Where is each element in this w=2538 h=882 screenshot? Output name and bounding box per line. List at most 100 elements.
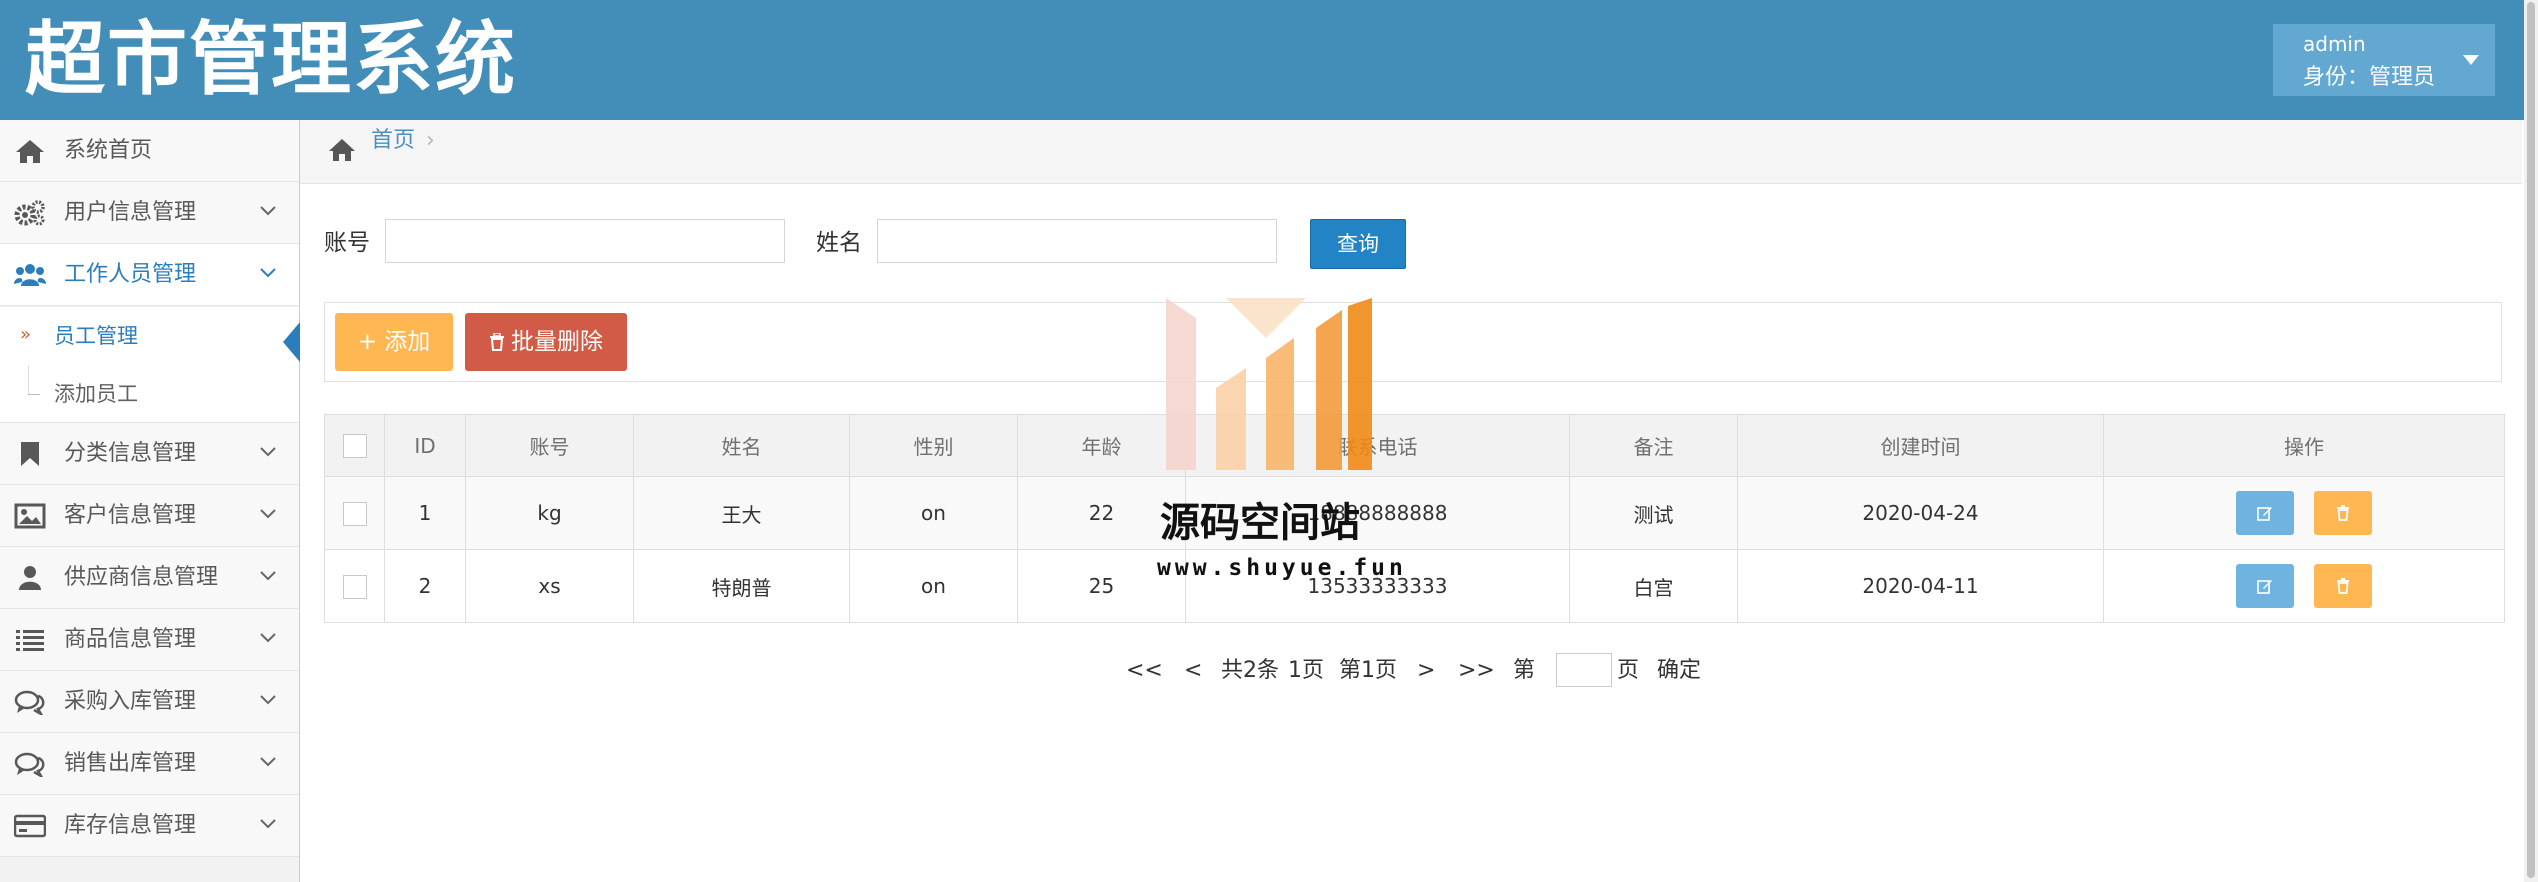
user-name: admin [2303,32,2366,56]
app-title: 超市管理系统 [25,13,517,106]
account-input[interactable] [385,219,785,263]
row-checkbox[interactable] [342,574,367,599]
batch-delete-button[interactable]: 批量删除 [465,313,627,371]
user-menu-button[interactable]: admin 身份：管理员 [2273,24,2495,96]
sidebar-item-user-info[interactable]: 用户信息管理 [0,182,299,244]
cell-gender: on [849,476,1018,550]
cogs-icon [14,200,45,226]
bookmark-icon [21,442,39,466]
sidebar-item-label: 商品信息管理 [64,627,197,652]
sidebar-item-inventory[interactable]: 库存信息管理 [0,795,299,857]
sidebar-item-staff[interactable]: 工作人员管理 [0,244,299,306]
table-row: 2 xs 特朗普 on 25 13533333333 白宫 2020-04-11 [324,549,2505,623]
goto-prefix: 第 [1513,658,1536,683]
watermark-logo [1166,298,1372,470]
sidebar-item-supplier[interactable]: 供应商信息管理 [0,547,299,609]
cell-name: 王大 [633,476,850,550]
cell-actions [2103,476,2505,550]
select-all-checkbox[interactable] [342,434,367,459]
chevron-down-icon [260,757,276,767]
goto-suffix: 页 [1617,658,1640,683]
goto-page-input[interactable] [1556,653,1612,687]
cell-id: 1 [384,476,466,550]
cell-name: 特朗普 [633,549,850,623]
table-header-row: ID 账号 姓名 性别 年龄 联系电话 备注 创建时间 操作 [324,414,2505,477]
comments-icon [14,752,45,777]
breadcrumb: 首页 › [300,120,2522,184]
sidebar-item-product[interactable]: 商品信息管理 [0,609,299,671]
sidebar-item-category[interactable]: 分类信息管理 [0,423,299,485]
prev-page-link[interactable]: < [1184,651,1202,691]
chevron-down-icon [260,206,276,216]
top-header: 超市管理系统 admin 身份：管理员 [0,0,2538,120]
edit-button[interactable] [2235,564,2294,608]
column-header: ID [384,414,466,477]
sidebar-item-label: 工作人员管理 [64,262,197,287]
delete-button[interactable] [2314,564,2373,608]
sidebar-item-customer[interactable]: 客户信息管理 [0,485,299,547]
column-header: 姓名 [633,414,850,477]
breadcrumb-separator: › [426,128,435,153]
sidebar: 系统首页 用户信息管理 工作人员管理 » 员工管理 添加员工 分类信息管理 客户… [0,120,300,882]
sidebar-item-sales[interactable]: 销售出库管理 [0,733,299,795]
chevron-down-icon [260,268,276,278]
row-checkbox[interactable] [342,501,367,526]
home-icon [16,140,44,163]
comments-icon [14,690,45,715]
edit-button[interactable] [2235,491,2294,535]
next-page-link[interactable]: > [1417,651,1435,691]
breadcrumb-home-link[interactable]: 首页 [371,120,415,162]
chevron-down-icon [260,633,276,643]
first-page-link[interactable]: << [1126,651,1163,691]
sidebar-item-label: 供应商信息管理 [64,565,219,590]
query-button[interactable]: 查询 [1310,219,1406,269]
trash-icon [2337,578,2350,594]
page-count: 1页 [1288,658,1324,683]
add-button[interactable]: + 添加 [335,313,453,371]
cell-gender: on [849,549,1018,623]
chevron-down-icon [260,695,276,705]
batch-delete-label: 批量删除 [511,329,603,355]
sidebar-item-label: 销售出库管理 [64,751,197,776]
column-header: 创建时间 [1737,414,2104,477]
active-marker-icon: » [20,324,32,345]
column-header: 年龄 [1017,414,1186,477]
user-role: 身份：管理员 [2303,65,2436,90]
sidebar-subitem-add-staff[interactable]: 添加员工 [0,365,299,423]
sidebar-subitem-staff-manage[interactable]: » 员工管理 [0,307,300,365]
column-header: 操作 [2103,414,2505,477]
user-icon [19,566,41,590]
chevron-down-icon [260,509,276,519]
caret-down-icon [2463,55,2479,65]
row-select-cell [324,476,385,550]
sidebar-item-home[interactable]: 系统首页 [0,120,299,182]
total-count: 共2条 [1221,658,1279,683]
row-select-cell [324,549,385,623]
goto-confirm-button[interactable]: 确定 [1657,651,1701,691]
cell-account: kg [465,476,634,550]
cell-created: 2020-04-24 [1737,476,2104,550]
column-header: 性别 [849,414,1018,477]
sidebar-subitem-label: 添加员工 [54,382,138,406]
watermark-title: 源码空间站 [1160,500,1360,546]
trash-icon [490,333,504,351]
staff-table: ID 账号 姓名 性别 年龄 联系电话 备注 创建时间 操作 1 kg 王大 o… [324,414,2505,623]
users-icon [14,264,46,286]
trash-icon [2337,505,2350,521]
delete-button[interactable] [2314,491,2373,535]
toolbar: + 添加 批量删除 [324,302,2502,382]
chevron-down-icon [260,447,276,457]
name-input[interactable] [877,219,1277,263]
sidebar-subitem-label: 员工管理 [54,324,138,348]
column-header: 账号 [465,414,634,477]
name-label: 姓名 [816,230,862,256]
page-scrollbar-thumb[interactable] [2527,2,2535,878]
sidebar-item-label: 分类信息管理 [64,441,197,466]
chevron-down-icon [260,819,276,829]
credit-card-icon [14,814,46,838]
cell-id: 2 [384,549,466,623]
account-label: 账号 [324,230,370,256]
column-header: 备注 [1569,414,1738,477]
last-page-link[interactable]: >> [1458,651,1495,691]
sidebar-item-purchase[interactable]: 采购入库管理 [0,671,299,733]
